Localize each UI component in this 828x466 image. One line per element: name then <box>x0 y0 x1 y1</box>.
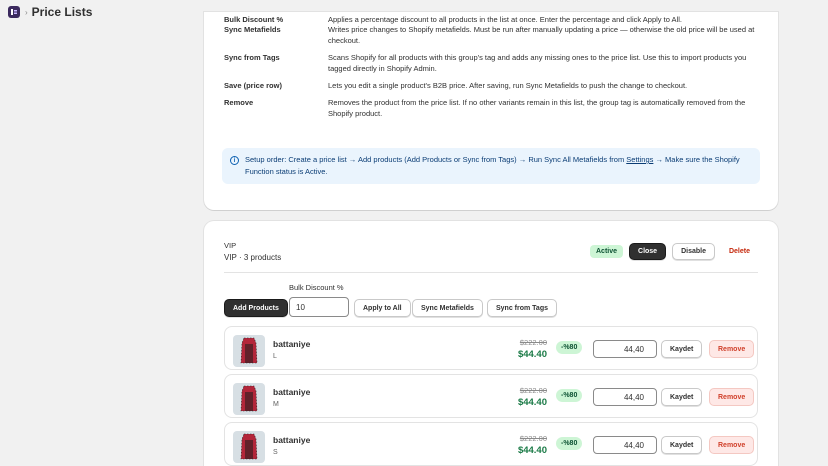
help-desc: Scans Shopify for all products with this… <box>328 53 747 73</box>
remove-button[interactable]: Remove <box>709 388 755 406</box>
help-row-save: Save (price row) Lets you edit a single … <box>224 80 764 91</box>
help-desc: Lets you edit a single product's B2B pri… <box>328 81 688 90</box>
product-row: battaniye M $222.00 $44.40 -%80 Kaydet R… <box>224 374 758 418</box>
save-button[interactable]: Kaydet <box>661 340 703 358</box>
product-row: battaniye S $222.00 $44.40 -%80 Kaydet R… <box>224 422 758 466</box>
discounted-price: $44.40 <box>517 397 547 408</box>
settings-link[interactable]: Settings <box>626 155 653 164</box>
original-price: $222.00 <box>519 434 547 443</box>
original-price: $222.00 <box>519 386 547 395</box>
help-row-bulk-discount: Bulk Discount % Applies a percentage dis… <box>224 14 764 25</box>
product-thumbnail <box>233 383 265 415</box>
help-row-sync-from-tags: Sync from Tags Scans Shopify for all pro… <box>224 52 764 74</box>
bulk-discount-input[interactable] <box>289 297 349 317</box>
disable-button[interactable]: Disable <box>672 243 715 260</box>
sync-metafields-button[interactable]: Sync Metafields <box>412 299 483 317</box>
help-desc: Applies a percentage discount to all pro… <box>328 15 682 24</box>
product-name: battaniye <box>273 435 311 445</box>
discount-badge: -%80 <box>556 437 583 450</box>
help-key: Sync from Tags <box>224 53 280 62</box>
help-desc: Writes price changes to Shopify metafiel… <box>328 25 755 45</box>
banner-text-before: Setup order: Create a price list → Add p… <box>245 155 627 164</box>
sync-from-tags-button[interactable]: Sync from Tags <box>487 299 557 317</box>
help-table: Bulk Discount % Applies a percentage dis… <box>224 15 764 125</box>
breadcrumb-separator: › <box>25 7 28 17</box>
page-title: Price Lists <box>31 5 93 19</box>
discounted-price: $44.40 <box>517 445 547 456</box>
product-row: battaniye L $222.00 $44.40 -%80 Kaydet R… <box>224 326 758 370</box>
close-button[interactable]: Close <box>629 243 667 260</box>
product-variant: S <box>273 449 278 456</box>
save-button[interactable]: Kaydet <box>661 436 703 454</box>
apply-to-all-button[interactable]: Apply to All <box>354 299 411 317</box>
group-actions: Active Close Disable Delete <box>590 243 758 260</box>
app-icon[interactable] <box>8 6 20 18</box>
original-price: $222.00 <box>519 338 547 347</box>
discounted-price: $44.40 <box>517 349 547 360</box>
price-input[interactable] <box>593 436 657 454</box>
product-name: battaniye <box>273 387 311 397</box>
discount-badge: -%80 <box>556 341 583 354</box>
setup-banner: i Setup order: Create a price list → Add… <box>222 148 760 184</box>
remove-button[interactable]: Remove <box>709 436 755 454</box>
group-header: VIP VIP · 3 products Active Close Disabl… <box>224 241 758 271</box>
delete-button[interactable]: Delete <box>721 244 758 259</box>
add-products-button[interactable]: Add Products <box>224 299 288 317</box>
divider <box>224 272 758 273</box>
product-variant: M <box>273 401 279 408</box>
help-key: Save (price row) <box>224 81 282 90</box>
help-key: Sync Metafields <box>224 25 281 34</box>
product-variant: L <box>273 353 277 360</box>
price-input[interactable] <box>593 388 657 406</box>
help-desc: Removes the product from the price list.… <box>328 98 746 118</box>
banner-text: Setup order: Create a price list → Add p… <box>245 154 752 178</box>
product-name: battaniye <box>273 339 311 349</box>
price-input[interactable] <box>593 340 657 358</box>
help-row-remove: Remove Removes the product from the pric… <box>224 97 764 119</box>
help-row-sync-metafields: Sync Metafields Writes price changes to … <box>224 24 764 46</box>
discount-badge: -%80 <box>556 389 583 402</box>
save-button[interactable]: Kaydet <box>661 388 703 406</box>
help-key: Bulk Discount % <box>224 15 284 24</box>
bulk-discount-label: Bulk Discount % <box>289 283 344 292</box>
toolbar: Bulk Discount % Add Products Apply to Al… <box>224 283 758 319</box>
remove-button[interactable]: Remove <box>709 340 755 358</box>
price-list-card: VIP VIP · 3 products Active Close Disabl… <box>204 221 778 466</box>
status-badge: Active <box>590 245 624 258</box>
product-thumbnail <box>233 335 265 367</box>
info-icon: i <box>230 156 239 165</box>
help-key: Remove <box>224 98 254 107</box>
help-card: Bulk Discount % Applies a percentage dis… <box>204 12 778 210</box>
product-thumbnail <box>233 431 265 463</box>
